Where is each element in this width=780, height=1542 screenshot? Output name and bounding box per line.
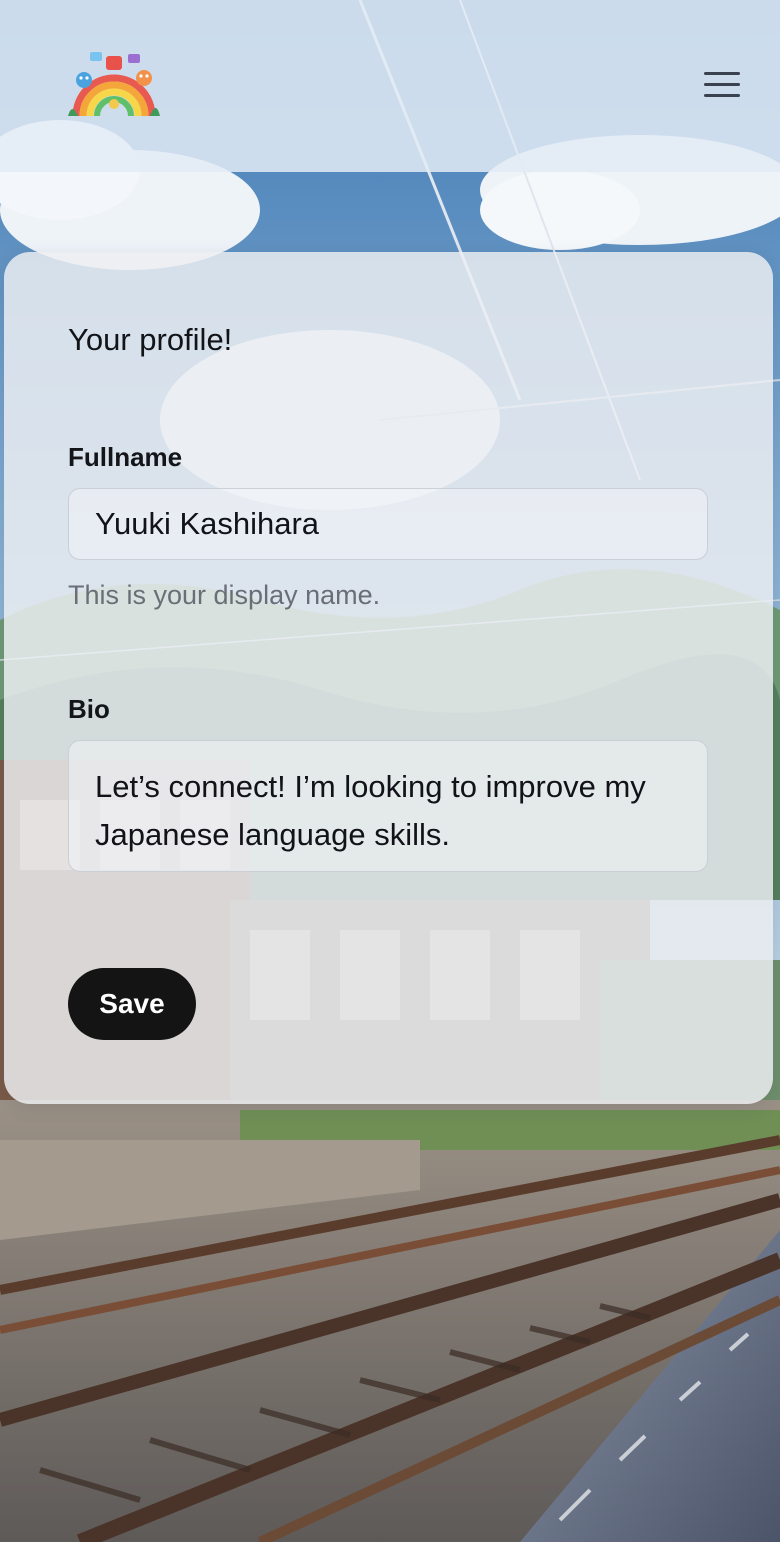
menu-line: [704, 72, 740, 75]
rainbow-characters-logo-icon[interactable]: [66, 46, 162, 118]
fullname-input[interactable]: [68, 488, 708, 560]
menu-line: [704, 94, 740, 97]
menu-line: [704, 83, 740, 86]
hamburger-menu-icon[interactable]: [700, 66, 744, 102]
top-header: [0, 0, 780, 172]
fullname-helper-text: This is your display name.: [68, 580, 381, 610]
save-button[interactable]: Save: [68, 968, 196, 1040]
fullname-label: Fullname: [68, 442, 183, 472]
bio-textarea[interactable]: Let’s connect! I’m looking to improve my…: [68, 740, 708, 872]
profile-title: Your profile!: [68, 322, 233, 357]
bio-label: Bio: [68, 694, 110, 724]
profile-card: Your profile! Fullname This is your disp…: [4, 252, 773, 1104]
